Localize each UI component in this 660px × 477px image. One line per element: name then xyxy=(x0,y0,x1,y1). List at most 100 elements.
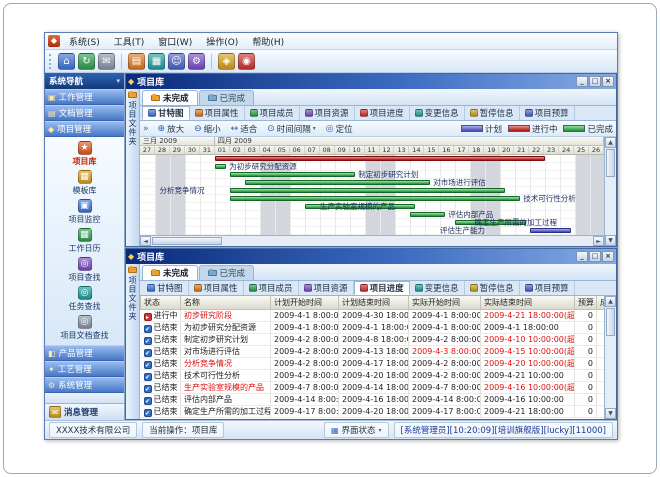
sidebar-item-task-search[interactable]: ◎任务查找 xyxy=(45,285,124,314)
menu-item-help[interactable]: 帮助(H) xyxy=(245,33,291,50)
settings-icon[interactable]: ⚙ xyxy=(188,53,205,70)
menu-item-window[interactable]: 窗口(W) xyxy=(151,33,199,50)
minimize-button[interactable]: _ xyxy=(576,76,588,87)
gantt-bar-done[interactable] xyxy=(230,188,505,193)
exit-icon[interactable]: ◉ xyxy=(238,53,255,70)
tab-members[interactable]: 项目成员 xyxy=(244,281,299,295)
gantt-bar-done[interactable] xyxy=(230,196,520,201)
gantt-bar-done[interactable] xyxy=(230,172,355,177)
close-button[interactable]: × xyxy=(602,251,614,262)
menu-item-system[interactable]: 系统(S) xyxy=(62,33,107,50)
tab-progress[interactable]: 项目进度 xyxy=(354,281,410,295)
table-row[interactable]: ✔已结束为初步研究分配资源2009-4-1 8:00:002009-4-1 18… xyxy=(141,321,605,333)
table-row[interactable]: ✔已结束生产实验室规模的产品2009-4-7 8:00:002009-4-14 … xyxy=(141,381,605,393)
sidebar-group-system-management[interactable]: ⚙系统管理 xyxy=(45,377,124,393)
scroll-right-icon[interactable]: ► xyxy=(593,236,604,246)
fit-button[interactable]: ↔适合 xyxy=(226,122,263,136)
scrollbar-thumb[interactable] xyxy=(606,308,615,336)
sidebar-group-product-management[interactable]: ◧产品管理 xyxy=(45,345,124,361)
vertical-scrollbar[interactable]: ▲ ▼ xyxy=(604,137,616,246)
folder-tab-unfinished[interactable]: 未完成 xyxy=(142,265,198,280)
close-button[interactable]: × xyxy=(602,76,614,87)
folder-tab-unfinished[interactable]: 未完成 xyxy=(142,90,198,105)
toolbar-overflow-icon[interactable]: » xyxy=(143,124,149,134)
window-title-bar[interactable]: ◆ 项目库 _ □ × xyxy=(126,74,616,89)
column-header-plan-end[interactable]: 计划结束时间 xyxy=(339,296,409,309)
tab-gantt[interactable]: 甘特图 xyxy=(142,106,190,120)
table-row[interactable]: ✔已结束确定生产所需的加工过程2009-4-17 8:00:002009-4-2… xyxy=(141,405,605,417)
scroll-down-icon[interactable]: ▼ xyxy=(605,235,616,246)
tab-resources[interactable]: 项目资源 xyxy=(299,281,354,295)
table-row[interactable]: ✔已结束对市场进行评估2009-4-2 8:00:002009-4-13 18:… xyxy=(141,345,605,357)
folder-tab-finished[interactable]: 已完成 xyxy=(199,265,255,280)
sidebar-item-project-monitor[interactable]: ▣项目监控 xyxy=(45,198,124,227)
time-interval-button[interactable]: ⊙时间间隔▾ xyxy=(262,122,321,136)
column-header-budget[interactable]: 预算 xyxy=(575,296,597,309)
maximize-button[interactable]: □ xyxy=(589,76,601,87)
column-header-actual-end[interactable]: 实际结束时间 xyxy=(481,296,575,309)
sidebar-item-message-management[interactable]: ✉ 消息管理 xyxy=(45,403,124,420)
gantt-bar-done[interactable] xyxy=(215,164,226,169)
scroll-left-icon[interactable]: ◄ xyxy=(140,236,151,246)
sidebar-menu-icon[interactable]: ▾ xyxy=(116,77,120,85)
tab-pause[interactable]: 暂停信息 xyxy=(465,281,520,295)
user-icon[interactable]: ☺ xyxy=(168,53,185,70)
tab-budget[interactable]: 项目预算 xyxy=(520,281,575,295)
scroll-up-icon[interactable]: ▲ xyxy=(605,296,616,307)
sidebar-item-work-calendar[interactable]: ▦工作日历 xyxy=(45,227,124,256)
column-header-plan-start[interactable]: 计划开始时间 xyxy=(271,296,339,309)
tab-properties[interactable]: 项目属性 xyxy=(190,106,245,120)
tab-gantt[interactable]: 甘特图 xyxy=(142,281,189,295)
gantt-bar-done[interactable] xyxy=(410,212,445,217)
calendar-icon[interactable]: ▦ xyxy=(148,53,165,70)
table-row[interactable]: ✔已结束技术可行性分析2009-4-2 8:00:002009-4-20 18:… xyxy=(141,369,605,381)
tab-members[interactable]: 项目成员 xyxy=(245,106,300,120)
sidebar-item-project-document-search[interactable]: ◎项目文档查找 xyxy=(45,314,124,343)
report-icon[interactable]: ▤ xyxy=(128,53,145,70)
vertical-scrollbar[interactable]: ▲ ▼ xyxy=(604,296,616,419)
scroll-up-icon[interactable]: ▲ xyxy=(605,137,616,148)
menu-item-tools[interactable]: 工具(T) xyxy=(107,33,152,50)
scroll-down-icon[interactable]: ▼ xyxy=(605,408,616,419)
home-icon[interactable]: ⌂ xyxy=(58,53,75,70)
ui-state-dropdown[interactable]: ▦ 界面状态 ▾ xyxy=(324,422,389,438)
tab-resources[interactable]: 项目资源 xyxy=(300,106,355,120)
sidebar-item-template-library[interactable]: ▦模板库 xyxy=(45,169,124,198)
scrollbar-thumb[interactable] xyxy=(152,237,222,245)
refresh-icon[interactable]: ↻ xyxy=(78,53,95,70)
window-title-bar[interactable]: ◆ 项目库 _ □ × xyxy=(126,249,616,264)
project-folder-strip[interactable]: 项目文件夹 xyxy=(126,264,140,419)
minimize-button[interactable]: _ xyxy=(576,251,588,262)
mail-icon[interactable]: ✉ xyxy=(98,53,115,70)
column-header-status[interactable]: 状态 xyxy=(141,296,181,309)
lock-icon[interactable]: ◈ xyxy=(218,53,235,70)
sidebar-group-work-management[interactable]: ▣工作管理 xyxy=(45,89,124,105)
table-row[interactable]: ✔已结束分析竞争情况2009-4-2 8:00:002009-4-17 18:0… xyxy=(141,357,605,369)
menu-item-operation[interactable]: 操作(O) xyxy=(199,33,245,50)
table-row[interactable]: ✔已结束制定初步研究计划2009-4-2 8:00:002009-4-8 18:… xyxy=(141,333,605,345)
sidebar-group-project-management[interactable]: ◆项目管理 xyxy=(45,121,124,137)
tab-changes[interactable]: 变更信息 xyxy=(410,106,465,120)
sidebar-group-document-management[interactable]: ▤文档管理 xyxy=(45,105,124,121)
locate-button[interactable]: ◎定位 xyxy=(321,122,358,136)
scrollbar-thumb[interactable] xyxy=(606,149,615,177)
zoom-out-button[interactable]: ⊖缩小 xyxy=(189,122,226,136)
tab-progress[interactable]: 项目进度 xyxy=(355,106,410,120)
app-icon[interactable]: ◆ xyxy=(48,35,60,47)
horizontal-scrollbar[interactable]: ◄ ► xyxy=(140,235,604,246)
gantt-bar-done[interactable] xyxy=(245,180,430,185)
zoom-in-button[interactable]: ⊕放大 xyxy=(153,122,190,136)
maximize-button[interactable]: □ xyxy=(589,251,601,262)
tab-changes[interactable]: 变更信息 xyxy=(410,281,465,295)
column-header-name[interactable]: 名称 xyxy=(181,296,271,309)
column-header-actual-start[interactable]: 实际开始时间 xyxy=(409,296,481,309)
tab-properties[interactable]: 项目属性 xyxy=(189,281,244,295)
table-row[interactable]: ✔已结束评估内部产品2009-4-14 8:00:002009-4-16 18:… xyxy=(141,393,605,405)
table-row[interactable]: ▸进行中初步研究阶段2009-4-1 8:00:002009-4-30 18:0… xyxy=(141,309,605,321)
tab-pause[interactable]: 暂停信息 xyxy=(465,106,520,120)
gantt-bar-planned[interactable] xyxy=(530,228,571,233)
gantt-bar-active[interactable] xyxy=(215,156,545,161)
sidebar-item-project-library[interactable]: ★项目库 xyxy=(45,140,124,169)
column-header-cost[interactable]: 成 xyxy=(597,296,605,309)
project-folder-strip[interactable]: 项目文件夹 xyxy=(126,89,140,246)
